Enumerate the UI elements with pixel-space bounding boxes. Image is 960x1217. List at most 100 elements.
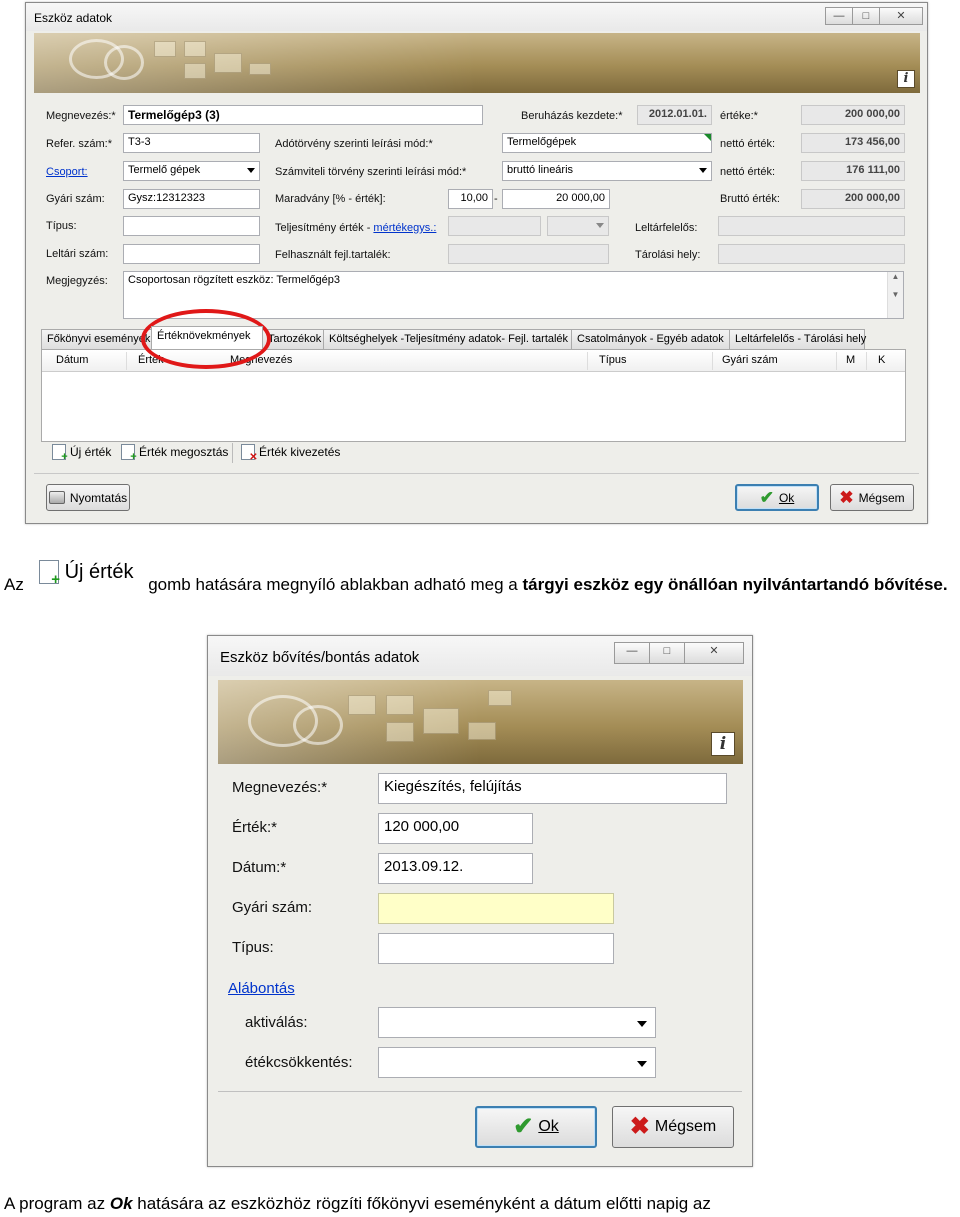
unit-dropdown[interactable] — [547, 216, 609, 236]
minimize-button-2[interactable]: — — [614, 642, 650, 664]
devaluation-dropdown[interactable] — [378, 1047, 656, 1078]
inventory-number-label: Leltári szám: — [46, 248, 109, 260]
window-title: Eszköz adatok — [34, 11, 113, 25]
w2-name-field[interactable]: Kiegészítés, felújítás — [378, 773, 727, 804]
w2-date-label: Dátum:* — [232, 859, 287, 876]
para2-prefix: A program az — [4, 1194, 106, 1213]
print-label: Nyomtatás — [69, 490, 128, 505]
investment-start-label: Beruházás kezdete:* — [521, 110, 623, 122]
close-button-2[interactable]: ✕ — [684, 642, 744, 664]
maximize-button[interactable]: □ — [852, 7, 880, 25]
w2-type-field[interactable] — [378, 933, 614, 964]
cancel-icon: ✖ — [839, 488, 854, 507]
window2-title: Eszköz bővítés/bontás adatok — [220, 649, 420, 666]
share-value-button[interactable]: + Érték megosztás — [121, 444, 228, 463]
header-banner — [34, 33, 920, 93]
storage-location-label: Tárolási hely: — [635, 249, 701, 261]
title-bar: Eszköz adatok — □ ✕ — [26, 3, 927, 31]
w2-ok-button[interactable]: ✔ Ok — [475, 1106, 597, 1148]
column-type[interactable]: Típus — [599, 354, 627, 366]
column-k[interactable]: K — [878, 354, 885, 366]
serial-label: Gyári szám: — [46, 193, 105, 205]
chevron-down-icon — [247, 168, 255, 173]
print-button[interactable]: Nyomtatás — [46, 484, 130, 511]
w2-serial-field[interactable] — [378, 893, 614, 924]
net-value-label-2: nettó érték: — [720, 166, 776, 178]
residual-amount-field[interactable]: 20 000,00 — [502, 189, 610, 209]
maximize-button-2[interactable]: □ — [649, 642, 685, 664]
performance-label-text: Teljesítmény érték - — [275, 222, 374, 234]
column-serial[interactable]: Gyári szám — [722, 354, 778, 366]
chevron-down-icon — [699, 168, 707, 173]
w2-date-field[interactable]: 2013.09.12. — [378, 853, 533, 884]
tab-accessories[interactable]: Tartozékok — [262, 329, 324, 349]
info-icon[interactable]: i — [897, 70, 915, 88]
close-button[interactable]: ✕ — [879, 7, 923, 25]
note-scrollbar[interactable]: ▲ ▼ — [887, 272, 903, 318]
description-paragraph-1: Az + Új érték gomb hatására megnyíló abl… — [4, 560, 960, 596]
performance-label: Teljesítmény érték - mértékegys.: — [275, 222, 436, 234]
inline-new-value-label: Új érték — [64, 561, 134, 583]
w2-value-field[interactable]: 120 000,00 — [378, 813, 533, 844]
note-value: Csoportosan rögzített eszköz: Termelőgép… — [128, 274, 340, 286]
reference-label: Refer. szám:* — [46, 138, 113, 150]
gross-value-field[interactable]: 200 000,00 — [801, 189, 905, 209]
new-value-button[interactable]: + Új érték — [52, 444, 111, 463]
activation-dropdown[interactable] — [378, 1007, 656, 1038]
value-label: értéke:* — [720, 110, 758, 122]
check-icon: ✔ — [513, 1113, 534, 1140]
type-field[interactable] — [123, 216, 260, 236]
remove-document-icon: ✕ — [241, 444, 258, 463]
inventory-owner-field[interactable] — [718, 216, 905, 236]
net-value-label-1: nettó érték: — [720, 138, 776, 150]
tax-depreciation-value: Termelőgépek — [507, 136, 577, 148]
remove-value-button[interactable]: ✕ Érték kivezetés — [241, 444, 340, 463]
serial-field[interactable]: Gysz:12312323 — [123, 189, 260, 209]
info-icon-2[interactable]: i — [711, 732, 735, 756]
residual-label: Maradvány [% - érték]: — [275, 193, 386, 205]
para1-bold: tárgyi eszköz egy önállóan nyilvántartan… — [522, 575, 948, 594]
dev-reserve-field[interactable] — [448, 244, 609, 264]
tab-value-increases[interactable]: Értéknövekmények — [151, 326, 263, 349]
unit-link[interactable]: mértékegys.: — [373, 222, 436, 234]
tax-depreciation-field[interactable]: Termelőgépek — [502, 133, 712, 153]
tab-ledger-events[interactable]: Főkönyvi események — [41, 329, 152, 349]
inline-new-value-icon: + Új érték — [38, 560, 134, 587]
tab-bar: Főkönyvi események Értéknövekmények Tart… — [41, 326, 866, 349]
storage-location-field[interactable] — [718, 244, 905, 264]
ok-button[interactable]: ✔ Ok — [735, 484, 819, 511]
column-m[interactable]: M — [846, 354, 855, 366]
group-link[interactable]: Csoport: — [46, 166, 88, 178]
inventory-number-field[interactable] — [123, 244, 260, 264]
tab-attachments[interactable]: Csatolmányok - Egyéb adatok — [571, 329, 730, 349]
performance-field[interactable] — [448, 216, 541, 236]
w2-cancel-button[interactable]: ✖ Mégsem — [612, 1106, 734, 1148]
note-field[interactable]: Csoportosan rögzített eszköz: Termelőgép… — [123, 271, 904, 319]
minimize-button[interactable]: — — [825, 7, 853, 25]
group-dropdown[interactable]: Termelő gépek — [123, 161, 260, 181]
tab-cost-centers[interactable]: Költséghelyek -Teljesítmény adatok- Fejl… — [323, 329, 572, 349]
gross-value-label: Bruttó érték: — [720, 193, 780, 205]
activation-label: aktiválás: — [245, 1014, 308, 1031]
accounting-depreciation-dropdown[interactable]: bruttó lineáris — [502, 161, 712, 181]
dev-reserve-label: Felhasznált fejl.tartalék: — [275, 249, 391, 261]
investment-start-field[interactable]: 2012.01.01. — [637, 105, 712, 125]
note-label: Megjegyzés: — [46, 275, 108, 287]
tab-inventory-owner[interactable]: Leltárfelelős - Tárolási hely — [729, 329, 866, 349]
inventory-owner-label: Leltárfelelős: — [635, 222, 698, 234]
header-banner-2 — [218, 680, 743, 764]
reference-field[interactable]: T3-3 — [123, 133, 260, 153]
devaluation-label: étékcsökkentés: — [245, 1054, 353, 1071]
w2-serial-label: Gyári szám: — [232, 899, 313, 916]
net-value-field-2[interactable]: 176 111,00 — [801, 161, 905, 181]
cancel-button[interactable]: ✖ Mégsem — [830, 484, 914, 511]
value-field[interactable]: 200 000,00 — [801, 105, 905, 125]
subdivision-link[interactable]: Alábontás — [228, 980, 295, 997]
chevron-down-icon — [637, 1021, 647, 1027]
residual-percent-field[interactable]: 10,00 — [448, 189, 493, 209]
net-value-field-1[interactable]: 173 456,00 — [801, 133, 905, 153]
column-date[interactable]: Dátum — [56, 354, 88, 366]
w2-ok-label: Ok — [538, 1118, 559, 1135]
chevron-down-icon — [637, 1061, 647, 1067]
name-field[interactable]: Termelőgép3 (3) — [123, 105, 483, 125]
